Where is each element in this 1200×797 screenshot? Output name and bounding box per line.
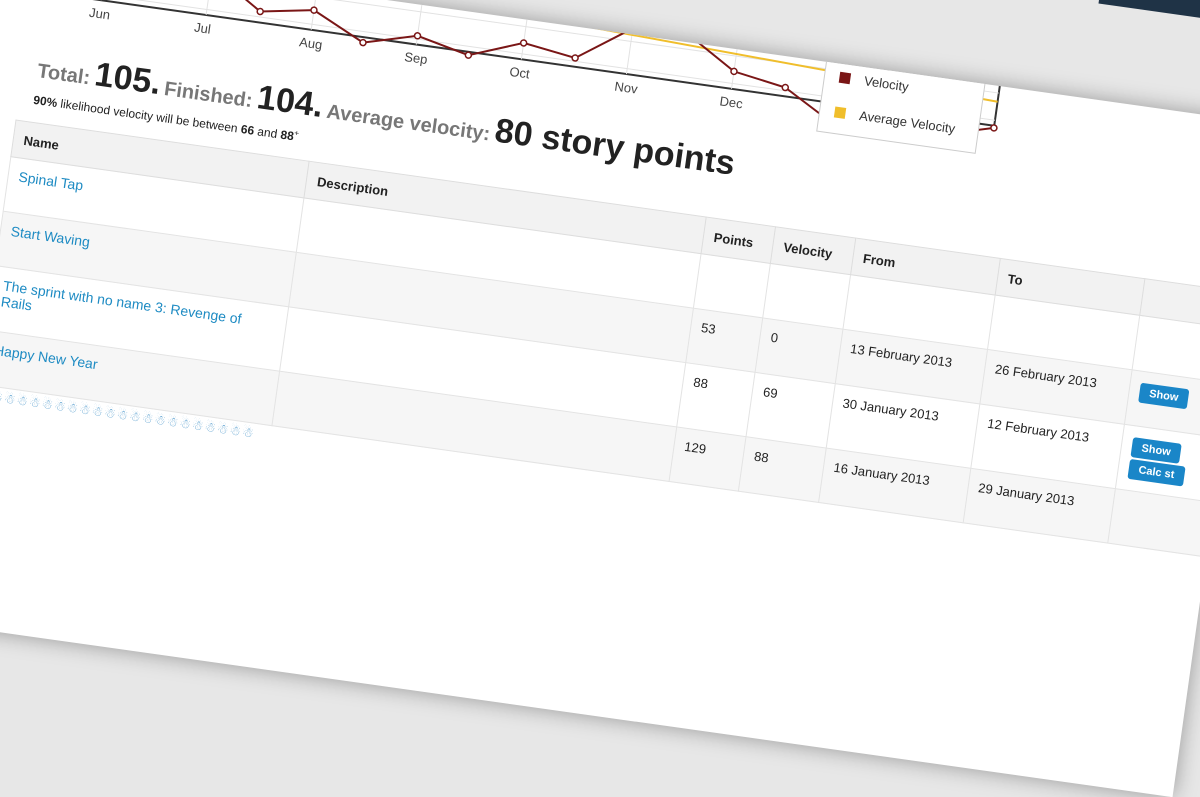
velocity-point bbox=[731, 68, 738, 75]
velocity-point bbox=[991, 125, 998, 132]
velocity-point bbox=[257, 8, 264, 15]
sprint-points: 129 bbox=[669, 427, 746, 491]
sprint-link[interactable]: Start Waving bbox=[10, 223, 91, 250]
velocity-point bbox=[682, 29, 689, 36]
top-nav-strip bbox=[1098, 0, 1200, 20]
total-value: 105. bbox=[92, 55, 163, 102]
x-tick-label: Dec bbox=[719, 93, 744, 111]
velocity-point bbox=[572, 55, 579, 62]
sprint-points bbox=[693, 254, 770, 318]
velocity-point bbox=[465, 52, 472, 59]
grid-line bbox=[521, 0, 536, 59]
sprint-points: 53 bbox=[686, 308, 763, 372]
velocity-point bbox=[360, 39, 367, 46]
sprint-actions bbox=[1108, 489, 1200, 557]
likelihood-and: and bbox=[253, 124, 281, 142]
likelihood-high: 88 bbox=[280, 128, 295, 144]
sprint-velocity: 88 bbox=[739, 437, 826, 503]
sprint-points: 88 bbox=[677, 363, 756, 437]
chart-legend: Velocity Average Velocity bbox=[817, 52, 987, 153]
likelihood-marker: + bbox=[294, 128, 300, 138]
finished-value: 104. bbox=[255, 78, 326, 125]
x-tick-label: Sep bbox=[403, 49, 428, 67]
x-tick-label: Jun bbox=[88, 5, 111, 23]
legend-average-swatch bbox=[834, 106, 846, 118]
velocity-point bbox=[782, 84, 789, 91]
velocity-point bbox=[520, 40, 527, 47]
legend-velocity-swatch bbox=[839, 72, 851, 84]
sprint-link[interactable]: Happy New Year bbox=[0, 342, 99, 372]
grid-line bbox=[206, 0, 221, 15]
x-tick-label: Jul bbox=[193, 20, 212, 37]
velocity-point bbox=[629, 25, 636, 32]
x-tick-label: Aug bbox=[298, 34, 323, 52]
page-sheet: JunJulAugSepOctNovDecJanFeb5025 Velocity… bbox=[0, 0, 1200, 797]
sprint-link[interactable]: Spinal Tap bbox=[18, 169, 85, 194]
velocity-point bbox=[414, 32, 421, 39]
legend-box bbox=[817, 52, 987, 153]
likelihood-pct: 90% bbox=[33, 93, 59, 110]
sprint-velocity: 69 bbox=[746, 372, 835, 448]
velocity-point bbox=[311, 7, 318, 14]
total-label: Total: bbox=[36, 60, 91, 89]
x-tick-label: Nov bbox=[614, 79, 639, 97]
show-button[interactable]: Show bbox=[1138, 383, 1190, 410]
x-tick-label: Oct bbox=[509, 64, 531, 82]
